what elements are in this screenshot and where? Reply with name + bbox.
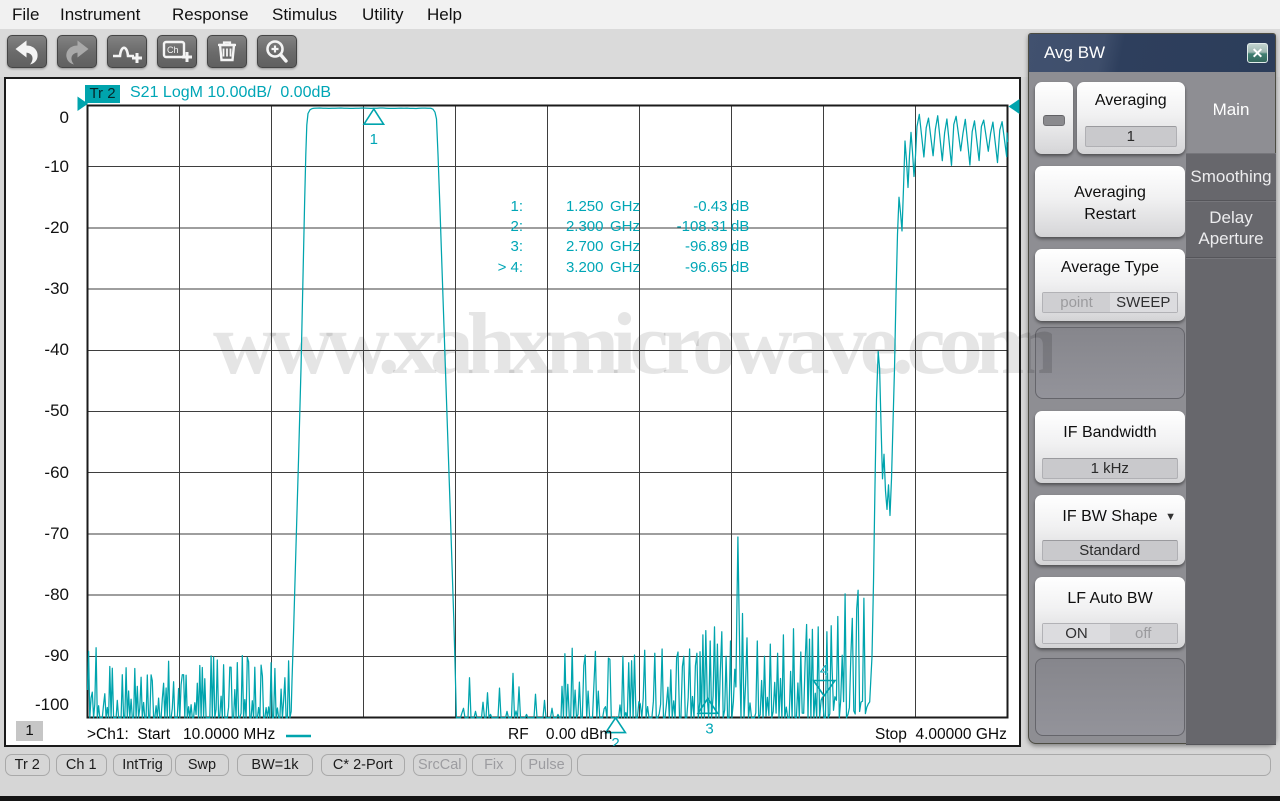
svg-text:1: 1 xyxy=(370,131,378,148)
svg-text:4: 4 xyxy=(820,662,828,679)
